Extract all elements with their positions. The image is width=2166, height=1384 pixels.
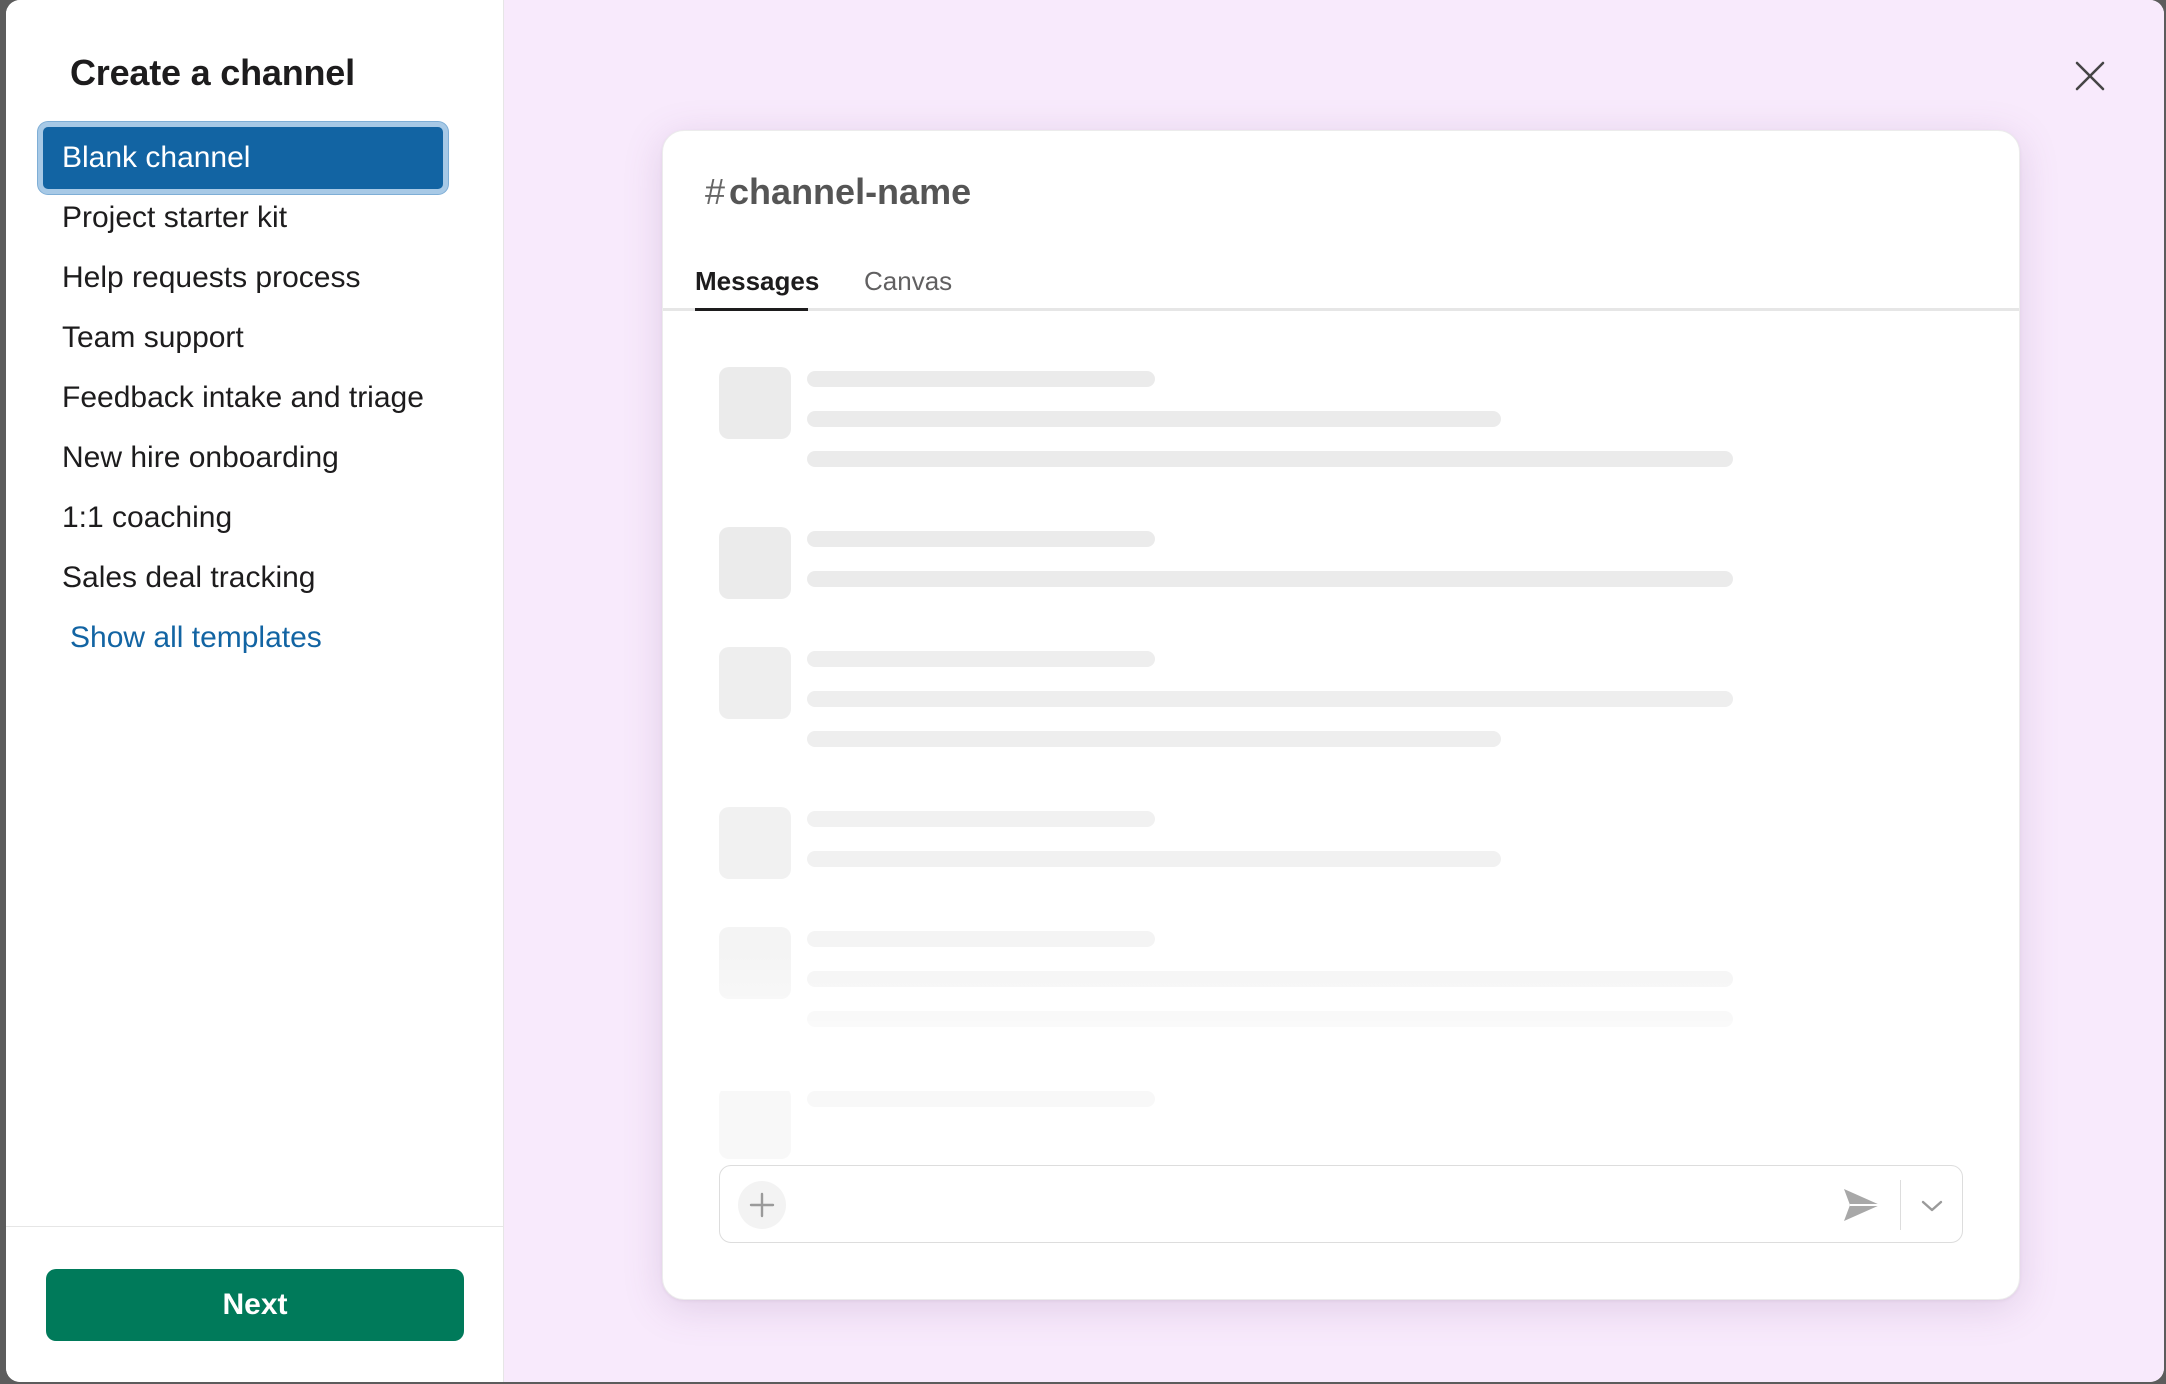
tab-canvas[interactable]: Canvas xyxy=(864,251,952,311)
skeleton-avatar xyxy=(719,367,791,439)
template-item-blank-channel[interactable]: Blank channel xyxy=(38,122,448,194)
active-tab-indicator xyxy=(695,308,808,311)
template-item-help-requests-process[interactable]: Help requests process xyxy=(42,248,456,308)
template-item-new-hire-onboarding[interactable]: New hire onboarding xyxy=(42,428,456,488)
template-item-feedback-intake[interactable]: Feedback intake and triage xyxy=(42,368,456,428)
skeleton-avatar xyxy=(719,527,791,599)
hash-icon: # xyxy=(705,171,726,212)
composer-divider xyxy=(1900,1180,1901,1230)
skeleton-fade xyxy=(663,951,2019,1091)
send-icon xyxy=(1844,1189,1880,1221)
template-sidebar: Create a channel Blank channel Project s… xyxy=(6,0,504,1382)
skeleton-line xyxy=(807,411,1501,427)
skeleton-line xyxy=(807,931,1155,947)
skeleton-line xyxy=(807,691,1733,707)
close-icon xyxy=(2075,61,2105,91)
skeleton-line xyxy=(807,651,1155,667)
skeleton-line xyxy=(807,571,1733,587)
template-item-sales-deal-tracking[interactable]: Sales deal tracking xyxy=(42,548,456,608)
chevron-down-icon xyxy=(1921,1200,1943,1212)
skeleton-avatar xyxy=(719,807,791,879)
plus-icon xyxy=(749,1192,775,1218)
send-button[interactable] xyxy=(1840,1183,1884,1227)
template-list: Blank channel Project starter kit Help r… xyxy=(38,122,456,668)
skeleton-line xyxy=(807,811,1155,827)
send-options-button[interactable] xyxy=(1914,1188,1950,1224)
create-channel-modal: Create a channel Blank channel Project s… xyxy=(6,0,2164,1382)
channel-tabs: Messages Canvas xyxy=(663,251,2019,311)
tab-messages[interactable]: Messages xyxy=(695,251,819,311)
skeleton-line xyxy=(807,1091,1155,1107)
skeleton-line xyxy=(807,531,1155,547)
modal-title: Create a channel xyxy=(70,52,355,93)
show-all-templates-link[interactable]: Show all templates xyxy=(42,608,456,668)
skeleton-line xyxy=(807,851,1501,867)
attach-button[interactable] xyxy=(738,1181,786,1229)
next-button[interactable]: Next xyxy=(46,1269,464,1341)
template-item-coaching[interactable]: 1:1 coaching xyxy=(42,488,456,548)
skeleton-avatar xyxy=(719,647,791,719)
close-button[interactable] xyxy=(2066,52,2114,100)
channel-header: # channel-name xyxy=(705,171,971,213)
skeleton-avatar xyxy=(719,1087,791,1159)
channel-name: channel-name xyxy=(729,171,972,212)
channel-preview-pane: # channel-name Messages Canvas xyxy=(504,0,2164,1382)
template-item-project-starter-kit[interactable]: Project starter kit xyxy=(42,188,456,248)
skeleton-line xyxy=(807,731,1501,747)
template-item-team-support[interactable]: Team support xyxy=(42,308,456,368)
skeleton-line xyxy=(807,451,1733,467)
message-skeleton-list xyxy=(719,367,1919,1247)
message-composer[interactable] xyxy=(719,1165,1963,1243)
sidebar-footer: Next xyxy=(6,1226,503,1382)
channel-preview-card: # channel-name Messages Canvas xyxy=(662,130,2020,1300)
skeleton-line xyxy=(807,371,1155,387)
